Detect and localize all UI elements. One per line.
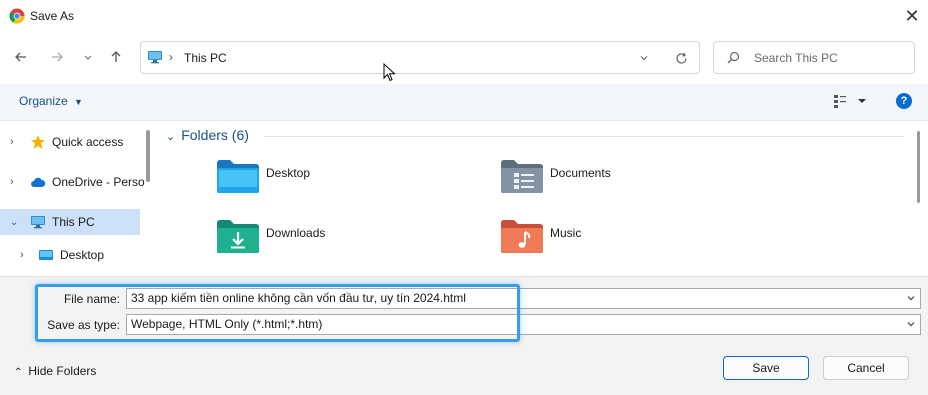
chevron-down-icon[interactable]: ⌄ xyxy=(10,217,18,228)
folders-group-header[interactable]: ⌄ Folders (6) xyxy=(166,127,249,143)
downloads-folder-icon xyxy=(217,220,259,253)
help-icon[interactable]: ? xyxy=(896,93,912,109)
save-button[interactable]: Save xyxy=(723,356,809,380)
chevron-right-icon[interactable]: › xyxy=(20,249,24,261)
divider xyxy=(264,136,904,137)
folder-downloads[interactable]: Downloads xyxy=(216,218,476,262)
computer-icon xyxy=(148,51,162,64)
folder-desktop[interactable]: Desktop xyxy=(216,158,476,202)
group-header-label: Folders (6) xyxy=(181,127,249,143)
desktop-folder-icon xyxy=(39,250,53,260)
sidebar-item-this-pc[interactable]: ⌄ This PC xyxy=(0,209,140,235)
folder-name: Downloads xyxy=(266,226,326,240)
window-title: Save As xyxy=(30,9,75,23)
search-placeholder: Search This PC xyxy=(754,51,838,65)
music-folder-icon xyxy=(501,220,543,253)
chevron-up-icon: ⌃ xyxy=(14,367,23,378)
command-bar xyxy=(0,84,928,121)
recent-locations-chevron-icon[interactable] xyxy=(77,46,99,68)
sidebar-item-label: This PC xyxy=(52,215,95,229)
desktop-folder-icon xyxy=(217,160,259,193)
content-scrollbar[interactable] xyxy=(917,131,920,203)
hide-folders-label: Hide Folders xyxy=(28,364,97,378)
title-bar xyxy=(0,0,928,32)
view-options-icon xyxy=(834,95,866,108)
chevron-right-icon[interactable]: › xyxy=(10,136,14,148)
hide-folders-button[interactable]: ⌃ Hide Folders xyxy=(14,364,96,378)
close-icon[interactable]: ✕ xyxy=(896,0,928,32)
search-icon xyxy=(727,51,740,64)
sidebar-item-quick-access[interactable]: › Quick access xyxy=(0,129,140,155)
chevron-down-icon: ⌄ xyxy=(166,131,176,143)
documents-folder-icon xyxy=(501,160,543,193)
breadcrumb[interactable]: This PC xyxy=(184,51,227,65)
chevron-down-icon: ▼ xyxy=(74,97,83,107)
forward-arrow-icon[interactable] xyxy=(46,46,68,68)
address-dropdown-icon[interactable] xyxy=(633,47,655,69)
view-options-button[interactable] xyxy=(833,93,867,112)
computer-icon xyxy=(31,216,45,229)
folder-name: Music xyxy=(550,226,582,240)
highlight-box xyxy=(35,284,520,342)
mouse-cursor-icon xyxy=(383,63,396,82)
back-arrow-icon[interactable] xyxy=(10,46,32,68)
sidebar-item-onedrive[interactable]: › OneDrive - Perso xyxy=(0,169,145,195)
organize-button[interactable]: Organize ▼ xyxy=(19,94,83,108)
organize-label: Organize xyxy=(19,94,68,108)
navigation-pane: › Quick access › OneDrive - Perso ⌄ This… xyxy=(0,121,148,275)
refresh-icon[interactable] xyxy=(670,47,692,69)
chrome-icon xyxy=(9,8,25,24)
breadcrumb-chevron-icon: › xyxy=(169,50,173,64)
up-arrow-icon[interactable] xyxy=(105,46,127,68)
chevron-right-icon[interactable]: › xyxy=(10,176,14,188)
sidebar-item-desktop[interactable]: › Desktop xyxy=(0,242,140,268)
save-type-dropdown-icon[interactable] xyxy=(906,318,916,332)
folder-music[interactable]: Music xyxy=(500,218,760,262)
folder-documents[interactable]: Documents xyxy=(500,158,760,202)
folder-name: Documents xyxy=(550,166,611,180)
folder-name: Desktop xyxy=(266,166,311,180)
star-icon xyxy=(31,135,45,149)
file-name-dropdown-icon[interactable] xyxy=(906,292,916,306)
sidebar-item-label: Desktop xyxy=(60,248,105,262)
sidebar-item-label: Quick access xyxy=(52,135,124,149)
cancel-button[interactable]: Cancel xyxy=(823,356,909,380)
cloud-icon xyxy=(31,177,46,187)
sidebar-item-label: OneDrive - Perso xyxy=(52,175,145,189)
